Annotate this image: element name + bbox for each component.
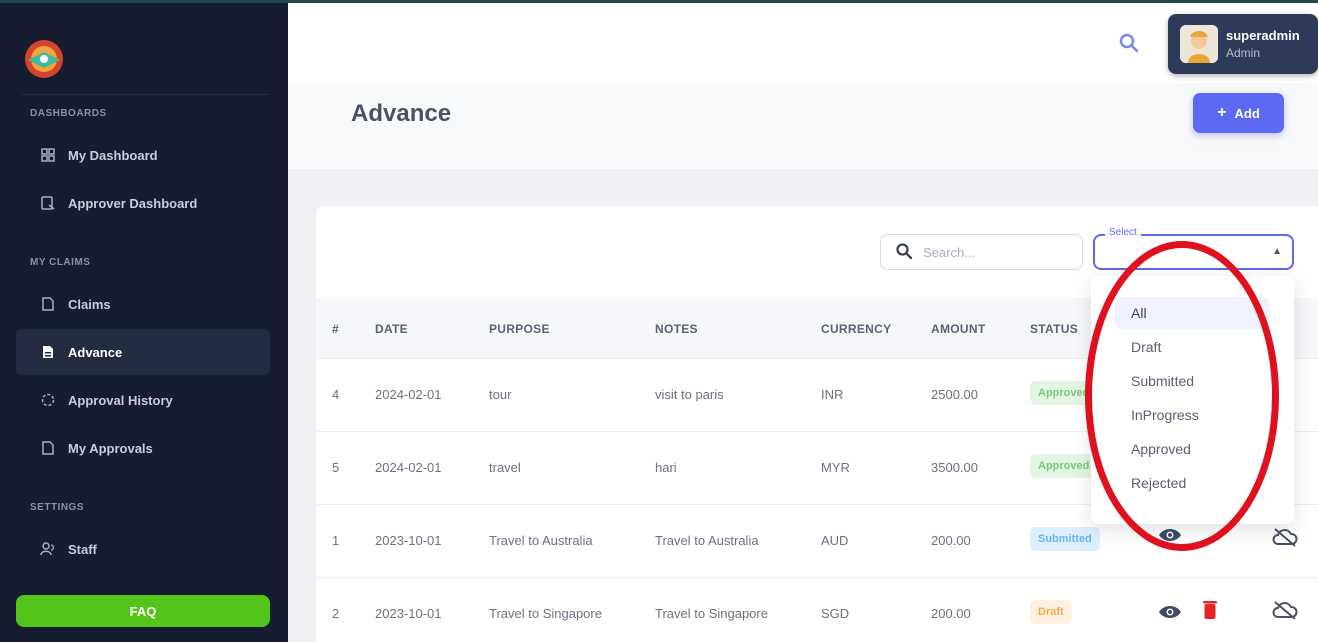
- cell-amount: 2500.00: [931, 387, 978, 402]
- sidebar: DASHBOARDS My Dashboard Approver Dashboa…: [0, 0, 288, 642]
- avatar: [1180, 25, 1218, 63]
- sidebar-item-claims[interactable]: Claims: [16, 281, 270, 327]
- column-header: #: [332, 322, 339, 336]
- faq-button[interactable]: FAQ: [16, 595, 270, 627]
- cell-amount: 3500.00: [931, 460, 978, 475]
- sidebar-item-approver-dashboard[interactable]: Approver Dashboard: [16, 180, 270, 226]
- app-logo[interactable]: [22, 38, 66, 80]
- cell-date: 2023-10-01: [375, 533, 442, 548]
- document-icon: [40, 440, 56, 456]
- document-icon: [40, 296, 56, 312]
- cell-num: 1: [332, 533, 340, 548]
- history-icon: [40, 392, 56, 408]
- delete-icon[interactable]: [1203, 600, 1217, 625]
- sidebar-item-label: Approver Dashboard: [68, 195, 198, 211]
- sidebar-item-label: My Approvals: [68, 440, 153, 456]
- page-title: Advance: [351, 100, 452, 127]
- user-menu[interactable]: superadmin Admin: [1168, 14, 1318, 74]
- cell-currency: INR: [821, 387, 844, 402]
- cell-amount: 200.00: [931, 533, 971, 548]
- table-row[interactable]: 2 2023-10-01 Travel to Singapore Travel …: [316, 577, 1318, 642]
- users-icon: [40, 541, 56, 557]
- sidebar-item-label: Staff: [68, 541, 97, 557]
- sidebar-item-my-approvals[interactable]: My Approvals: [16, 425, 270, 471]
- cell-date: 2024-02-01: [375, 460, 442, 475]
- section-title: MY CLAIMS: [30, 257, 91, 268]
- column-header: CURRENCY: [821, 322, 892, 336]
- sidebar-item-staff[interactable]: Staff: [16, 526, 270, 572]
- cloud-off-icon[interactable]: [1272, 600, 1298, 625]
- sidebar-item-advance[interactable]: Advance: [16, 329, 270, 375]
- cell-purpose: Travel to Australia: [489, 533, 593, 548]
- section-title: SETTINGS: [30, 502, 85, 513]
- sidebar-item-label: Approval History: [68, 392, 173, 408]
- sidebar-item-label: Advance: [68, 344, 123, 360]
- cell-amount: 200.00: [931, 606, 971, 621]
- cell-currency: SGD: [821, 606, 850, 621]
- user-name: superadmin: [1226, 28, 1300, 43]
- caret-up-icon: ▲: [1272, 246, 1282, 257]
- status-badge: Draft: [1030, 600, 1072, 624]
- search-icon: [895, 242, 913, 263]
- view-icon[interactable]: [1158, 604, 1182, 625]
- cell-date: 2023-10-01: [375, 606, 442, 621]
- top-header: superadmin Admin: [288, 3, 1318, 83]
- user-role: Admin: [1226, 46, 1261, 60]
- column-header: STATUS: [1030, 322, 1079, 336]
- sidebar-item-my-dashboard[interactable]: My Dashboard: [16, 132, 270, 178]
- column-header: NOTES: [655, 322, 698, 336]
- search-placeholder: Search...: [923, 244, 976, 260]
- cell-date: 2024-02-01: [375, 387, 442, 402]
- cell-currency: MYR: [821, 460, 850, 475]
- document-icon: [40, 344, 56, 360]
- sidebar-item-approval-history[interactable]: Approval History: [16, 377, 270, 423]
- cell-notes: Travel to Singapore: [655, 606, 768, 621]
- search-input[interactable]: Search...: [880, 234, 1083, 270]
- top-accent-line: [0, 0, 1318, 3]
- cloud-off-icon[interactable]: [1272, 527, 1298, 552]
- search-icon[interactable]: [1118, 32, 1140, 59]
- cell-num: 5: [332, 460, 340, 475]
- cell-notes: Travel to Australia: [655, 533, 759, 548]
- annotation-highlight-ellipse: [1085, 241, 1279, 551]
- cell-purpose: tour: [489, 387, 512, 402]
- cell-notes: visit to paris: [655, 387, 724, 402]
- plus-icon: +: [1217, 104, 1227, 121]
- cell-num: 2: [332, 606, 340, 621]
- add-button-label: Add: [1234, 105, 1260, 121]
- cell-currency: AUD: [821, 533, 849, 548]
- cell-notes: hari: [655, 460, 677, 475]
- select-label: Select: [1105, 227, 1141, 238]
- sidebar-item-label: My Dashboard: [68, 147, 158, 163]
- cell-purpose: travel: [489, 460, 521, 475]
- page-header: Advance + Add: [288, 83, 1318, 169]
- sidebar-item-label: Claims: [68, 296, 111, 312]
- cell-purpose: Travel to Singapore: [489, 606, 602, 621]
- column-header: AMOUNT: [931, 322, 986, 336]
- dashboard-icon: [40, 147, 56, 163]
- approver-dashboard-icon: [40, 195, 56, 211]
- section-title: DASHBOARDS: [30, 108, 107, 119]
- status-badge: Submitted: [1030, 527, 1100, 551]
- status-badge: Approved: [1030, 454, 1098, 478]
- column-header: PURPOSE: [489, 322, 550, 336]
- column-header: DATE: [375, 322, 408, 336]
- sidebar-divider: [22, 94, 268, 95]
- cell-num: 4: [332, 387, 340, 402]
- add-button[interactable]: + Add: [1193, 93, 1284, 133]
